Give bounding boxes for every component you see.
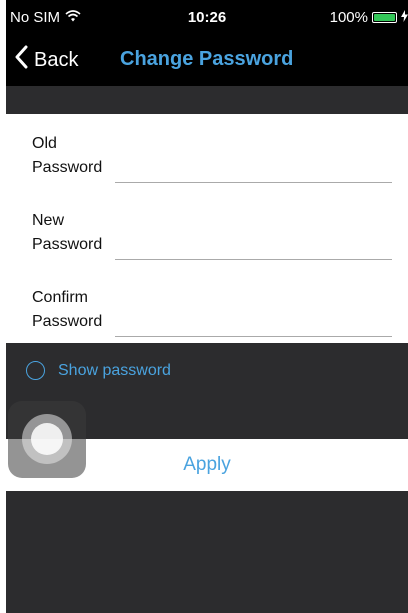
page-title: Change Password: [120, 48, 294, 70]
charging-icon: [401, 9, 408, 26]
radio-circle-icon: [26, 361, 45, 380]
new-password-label: New Password: [32, 212, 103, 253]
confirm-password-field: Confirm Password: [32, 286, 392, 342]
chevron-left-icon: [14, 45, 28, 75]
status-bar: No SIM 10:26 100%: [6, 0, 408, 36]
assistive-touch-button[interactable]: [8, 401, 86, 478]
navigation-bar: Back Change Password: [6, 36, 408, 86]
confirm-password-label: Confirm Password: [32, 289, 103, 330]
section-separator: [6, 86, 408, 114]
new-password-field: New Password: [32, 209, 392, 265]
old-password-field: Old Password: [32, 132, 392, 188]
battery-level: [374, 14, 395, 21]
old-password-input[interactable]: [115, 161, 392, 183]
assistive-touch-core-icon: [31, 423, 63, 455]
back-button[interactable]: Back: [14, 45, 78, 75]
status-right: 100%: [330, 9, 408, 26]
show-password-toggle[interactable]: Show password: [26, 361, 171, 380]
show-password-label: Show password: [58, 361, 171, 379]
old-password-label: Old Password: [32, 135, 103, 176]
app-screen: No SIM 10:26 100% Back Change Password O…: [6, 0, 408, 613]
back-label: Back: [34, 48, 79, 71]
confirm-password-input[interactable]: [115, 315, 392, 337]
password-form: Old Password New Password Confirm Passwo…: [6, 114, 408, 343]
battery-percent: 100%: [329, 9, 368, 26]
battery-icon: [372, 12, 397, 23]
new-password-input[interactable]: [115, 238, 392, 260]
